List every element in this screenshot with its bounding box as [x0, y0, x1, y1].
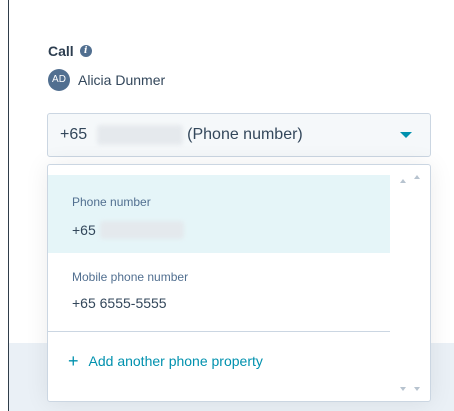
- option-value-code: +65: [72, 222, 96, 238]
- option-mobile-phone-number[interactable]: Mobile phone number +65 6555-5555: [48, 253, 390, 333]
- scrollbar[interactable]: [392, 165, 430, 401]
- option-phone-number[interactable]: Phone number +65: [48, 175, 390, 253]
- option-value: +65: [72, 221, 184, 239]
- scroll-down-icon[interactable]: [414, 387, 420, 391]
- call-header: Call i: [48, 43, 92, 59]
- select-country-code: +65: [60, 126, 88, 143]
- scroll-up-icon[interactable]: [400, 179, 406, 183]
- caret-down-icon[interactable]: [400, 132, 412, 138]
- option-value: +65 6555-5555: [72, 295, 167, 311]
- phone-number-select[interactable]: +65 (Phone number): [47, 113, 431, 157]
- select-suffix: (Phone number): [187, 126, 303, 143]
- option-label: Phone number: [72, 195, 151, 209]
- plus-icon: +: [68, 351, 79, 371]
- add-phone-property-label: Add another phone property: [88, 353, 263, 369]
- option-label: Mobile phone number: [72, 270, 189, 284]
- redacted-number: [97, 125, 184, 145]
- scroll-down-icon[interactable]: [400, 387, 406, 391]
- contact-row: AD Alicia Dunmer: [48, 69, 165, 91]
- divider: [48, 331, 390, 332]
- contact-name: Alicia Dunmer: [78, 72, 166, 88]
- scroll-up-icon[interactable]: [414, 175, 420, 179]
- phone-options-dropdown: Phone number +65 Mobile phone number +65…: [47, 164, 431, 402]
- redacted-number: [99, 221, 184, 239]
- avatar: AD: [48, 69, 70, 91]
- call-title: Call: [48, 43, 74, 59]
- add-phone-property-button[interactable]: + Add another phone property: [68, 352, 263, 370]
- info-icon[interactable]: i: [79, 45, 92, 57]
